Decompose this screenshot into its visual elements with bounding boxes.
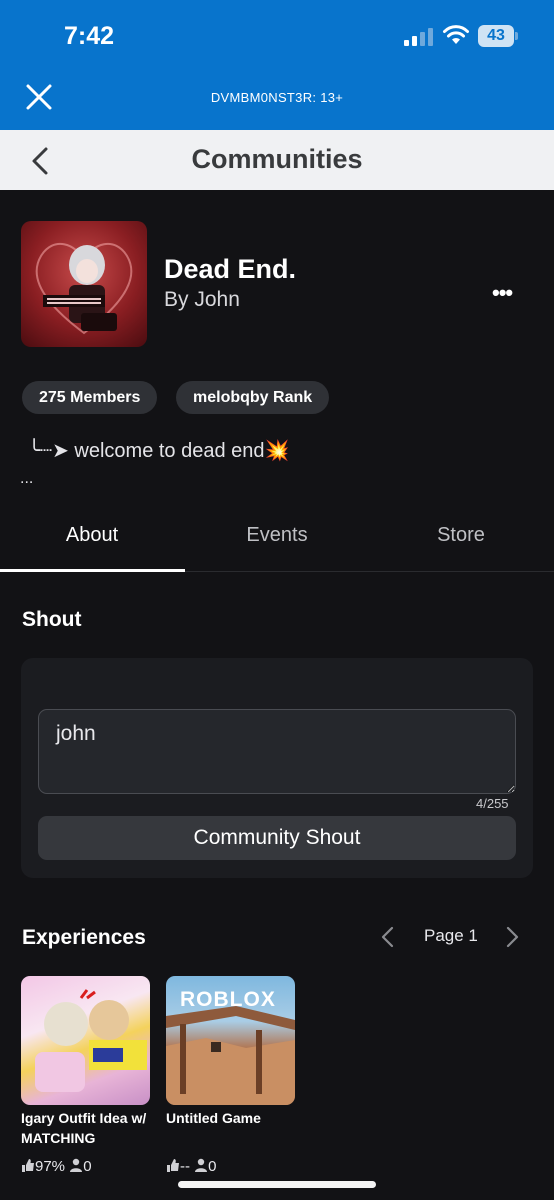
- community-name: Dead End.: [164, 254, 297, 284]
- next-page-icon[interactable]: [502, 925, 522, 949]
- wifi-icon: [443, 25, 469, 44]
- description-more[interactable]: ...: [20, 470, 33, 488]
- experiences-title: Experiences: [22, 926, 146, 949]
- page-title: Communities: [191, 144, 363, 174]
- game-thumbnail[interactable]: [21, 976, 150, 1105]
- tab-store[interactable]: Store: [369, 524, 553, 547]
- page-label: Page 1: [424, 926, 478, 945]
- rank-chip[interactable]: melobqby Rank: [176, 381, 330, 414]
- cellular-signal-icon: [404, 28, 434, 46]
- game-thumbnail[interactable]: ROBLOX: [166, 976, 295, 1105]
- browser-title: DVMBM0NST3R: 13+: [210, 90, 344, 105]
- community-owner[interactable]: By John: [164, 288, 240, 312]
- thumbs-up-icon: [167, 1159, 179, 1172]
- community-shout-button[interactable]: Community Shout: [38, 816, 516, 860]
- game-players: 0: [83, 1158, 92, 1175]
- battery-tip: [515, 32, 518, 40]
- roblox-logo: ROBLOX: [180, 988, 276, 1011]
- top-bar: 7:42 43 DVMBM0NST3R: 13+: [0, 0, 554, 130]
- community-description: ╰┈➤ welcome to dead end💥: [28, 440, 290, 462]
- shout-input[interactable]: john: [38, 709, 516, 794]
- home-indicator[interactable]: [178, 1181, 376, 1188]
- more-options-icon[interactable]: •••: [492, 280, 513, 306]
- shout-title: Shout: [22, 608, 82, 631]
- prev-page-icon[interactable]: [378, 925, 398, 949]
- status-time: 7:42: [64, 22, 115, 50]
- game-stats: -- 0: [166, 1158, 217, 1175]
- members-chip[interactable]: 275 Members: [22, 381, 158, 414]
- thumbs-up-icon: [22, 1159, 34, 1172]
- shout-char-counter: 4/255: [476, 796, 509, 811]
- tab-events[interactable]: Events: [185, 524, 369, 547]
- game-title[interactable]: Untitled Game: [166, 1108, 296, 1128]
- game-rating: --: [180, 1158, 190, 1175]
- active-tab-indicator: [0, 569, 185, 572]
- community-icon: [21, 221, 147, 347]
- game-title[interactable]: Igary Outfit Idea w/ MATCHING OUTFITS: [21, 1108, 151, 1146]
- game-stats: 97% 0: [21, 1158, 92, 1175]
- game-players: 0: [208, 1158, 217, 1175]
- players-icon: [70, 1158, 83, 1172]
- nav-header: Communities: [0, 130, 554, 190]
- players-icon: [195, 1158, 208, 1172]
- game-rating: 97%: [35, 1158, 66, 1175]
- battery-icon: 43: [478, 25, 514, 47]
- tab-about[interactable]: About: [0, 524, 184, 547]
